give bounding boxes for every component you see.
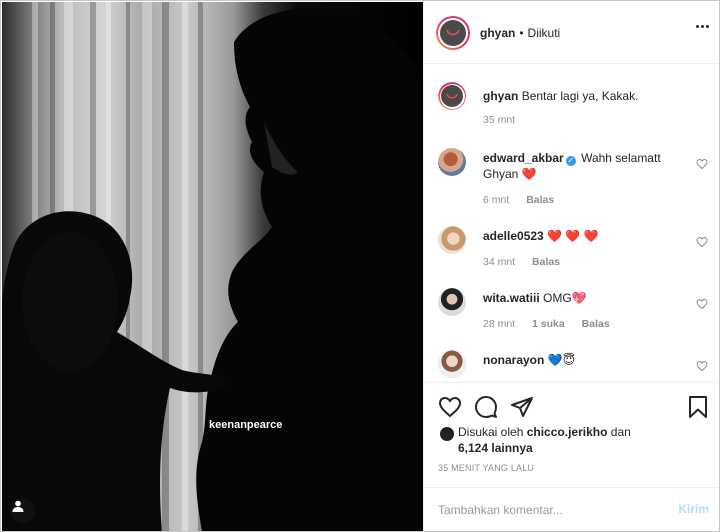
post-photo[interactable]: keenanpearce <box>2 2 423 531</box>
avatar[interactable] <box>438 226 466 254</box>
header-separator: • <box>519 25 524 40</box>
avatar[interactable] <box>440 427 454 441</box>
heart-icon[interactable] <box>696 360 708 372</box>
three-dots-icon[interactable] <box>696 25 709 28</box>
verified-badge-icon: ✓ <box>565 156 576 166</box>
avatar[interactable] <box>438 82 466 110</box>
comments-list: ghyan Bentar lagi ya, Kakak. 35 mnt edwa… <box>424 64 719 382</box>
speech-bubble-icon[interactable] <box>474 395 498 419</box>
comment-time[interactable]: 6 mnt <box>483 194 509 206</box>
comment-time[interactable]: 34 mnt <box>483 256 515 268</box>
comment-username[interactable]: wita.watiii <box>483 291 540 305</box>
caption: ghyan Bentar lagi ya, Kakak. 35 mnt <box>438 82 708 132</box>
bookmark-icon[interactable] <box>686 395 710 419</box>
comment-time[interactable]: 28 mnt <box>483 318 515 330</box>
heart-icon[interactable] <box>696 236 708 248</box>
comment-text: OMG💖 <box>543 291 587 305</box>
liker-username[interactable]: chicco.jerikho <box>527 425 608 439</box>
tagged-user-label[interactable]: keenanpearce <box>209 419 282 431</box>
instagram-post-window: keenanpearce ghyan • Diikuti ghyan Benta… <box>0 0 720 532</box>
post-actions-bar <box>424 382 719 426</box>
likes-count[interactable]: 6,124 lainnya <box>458 441 533 455</box>
comment-item: adelle0523 ❤️ ❤️ ❤️ 34 mnt Balas <box>438 226 708 272</box>
reply-button[interactable]: Balas <box>582 318 610 330</box>
smile-logo-icon <box>446 29 460 35</box>
caption-username[interactable]: ghyan <box>483 89 518 103</box>
reply-button[interactable]: Balas <box>532 256 560 268</box>
comment-username[interactable]: adelle0523 <box>483 229 544 243</box>
paper-plane-icon[interactable] <box>510 395 534 419</box>
avatar[interactable] <box>436 15 470 50</box>
avatar[interactable] <box>438 148 466 176</box>
send-button[interactable]: Kirim <box>678 502 709 516</box>
comment-username[interactable]: nonarayon <box>483 353 544 367</box>
follow-status-button[interactable]: Diikuti <box>528 26 561 40</box>
comment-text: ❤️ ❤️ ❤️ <box>547 229 599 243</box>
comment-input[interactable] <box>438 500 658 520</box>
comment-username[interactable]: edward_akbar <box>483 151 564 165</box>
likes-prefix: Disukai oleh <box>458 425 524 439</box>
post-side-panel: ghyan • Diikuti ghyan Bentar lagi ya, Ka… <box>423 2 719 531</box>
heart-icon[interactable] <box>438 395 462 419</box>
avatar[interactable] <box>438 350 466 378</box>
heart-icon[interactable] <box>696 158 708 170</box>
user-silhouette-icon <box>12 500 24 512</box>
post-timestamp[interactable]: 35 MENIT YANG LALU <box>438 463 534 473</box>
avatar[interactable] <box>438 288 466 316</box>
reply-button[interactable]: Balas <box>526 194 554 206</box>
likes-connector: dan <box>610 425 631 439</box>
post-header: ghyan • Diikuti <box>424 2 719 64</box>
user-tag-button[interactable] <box>11 499 35 523</box>
smile-logo-icon <box>446 93 458 98</box>
caption-time[interactable]: 35 mnt <box>483 114 515 126</box>
post-author-username[interactable]: ghyan <box>480 26 515 40</box>
caption-text: Bentar lagi ya, Kakak. <box>521 89 639 103</box>
comment-text: 💙😇 <box>547 353 576 367</box>
like-count[interactable]: 1 suka <box>532 318 565 330</box>
comment-item: wita.watiii OMG💖 28 mnt 1 suka Balas <box>438 288 708 334</box>
add-comment-bar: Kirim <box>424 487 719 531</box>
comment-item: nonarayon 💙😇 <box>438 350 708 382</box>
photo-silhouette <box>2 2 423 531</box>
likes-summary: Disukai oleh chicco.jerikho dan 6,124 la… <box>440 424 700 456</box>
comment-item: edward_akbar ✓ Wahh selamatt Ghyan ❤️ 6 m… <box>438 148 708 208</box>
heart-icon[interactable] <box>696 298 708 310</box>
